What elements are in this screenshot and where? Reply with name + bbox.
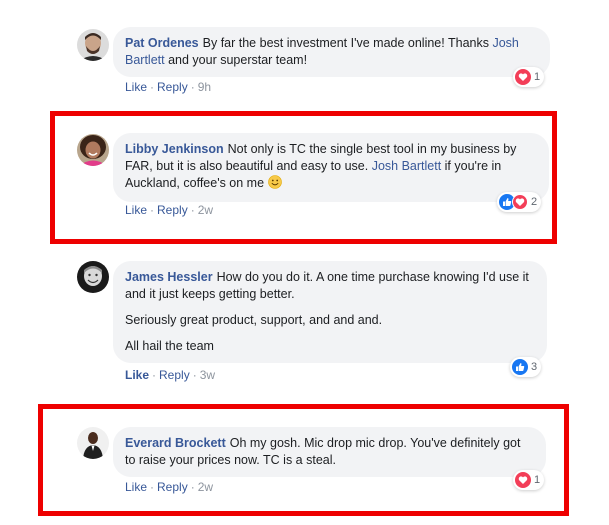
timestamp-link[interactable]: 2w <box>198 480 213 494</box>
reply-link[interactable]: Reply <box>159 368 190 382</box>
comment-actions: Like · Reply · 2w <box>125 203 213 217</box>
comment-bubble: Everard Brockett Oh my gosh. Mic drop mic… <box>113 427 546 477</box>
avatar-pat-ordenes[interactable] <box>77 29 109 61</box>
reaction-count: 1 <box>534 474 541 486</box>
reaction-count: 3 <box>531 361 538 373</box>
smile-emoji-icon <box>267 175 282 194</box>
comment-bubble: Libby Jenkinson Not only is TC the single… <box>113 133 549 202</box>
comment-thread: Pat Ordenes By far the best investment I'… <box>0 0 609 525</box>
separator-dot: · <box>190 203 195 217</box>
comment-text-continued: and your superstar team! <box>168 53 308 67</box>
comment-bubble: James Hessler How do you do it. A one tim… <box>113 261 547 363</box>
mention-link[interactable]: Josh Bartlett <box>372 159 441 173</box>
separator-dot: · <box>192 368 197 382</box>
reply-link[interactable]: Reply <box>157 480 188 494</box>
comment-author[interactable]: James Hessler <box>125 270 213 284</box>
like-link[interactable]: Like <box>125 203 147 217</box>
like-link[interactable]: Like <box>125 80 147 94</box>
reaction-summary[interactable]: 1 <box>513 67 545 87</box>
reaction-count: 1 <box>534 71 541 83</box>
comment-actions: Like · Reply · 2w <box>125 480 213 494</box>
comment-actions: Like · Reply · 9h <box>125 80 211 94</box>
timestamp-link[interactable]: 3w <box>200 368 215 382</box>
timestamp-link[interactable]: 9h <box>198 80 211 94</box>
like-link[interactable]: Like <box>125 480 147 494</box>
comment-actions: Like · Reply · 3w <box>125 368 215 382</box>
avatar-james-hessler[interactable] <box>77 261 109 293</box>
separator-dot: · <box>190 480 195 494</box>
love-icon <box>515 69 531 85</box>
separator-dot: · <box>152 368 157 382</box>
reply-link[interactable]: Reply <box>157 203 188 217</box>
reaction-summary[interactable]: 1 <box>513 470 545 490</box>
comment-bubble: Pat Ordenes By far the best investment I'… <box>113 27 550 77</box>
comment-paragraph: All hail the team <box>125 339 214 353</box>
comment-text: By far the best investment I've made onl… <box>202 36 489 50</box>
reaction-count: 2 <box>531 196 538 208</box>
comment-author[interactable]: Pat Ordenes <box>125 36 199 50</box>
separator-dot: · <box>150 480 155 494</box>
separator-dot: · <box>150 80 155 94</box>
comment-author[interactable]: Libby Jenkinson <box>125 142 224 156</box>
separator-dot: · <box>190 80 195 94</box>
avatar-libby-jenkinson[interactable] <box>77 134 109 166</box>
comment-paragraph: Seriously great product, support, and an… <box>125 313 383 327</box>
separator-dot: · <box>150 203 155 217</box>
avatar-everard-brockett[interactable] <box>77 427 109 459</box>
love-icon <box>512 194 528 210</box>
reaction-summary[interactable]: 3 <box>510 357 542 377</box>
like-icon <box>512 359 528 375</box>
reply-link[interactable]: Reply <box>157 80 188 94</box>
timestamp-link[interactable]: 2w <box>198 203 213 217</box>
love-icon <box>515 472 531 488</box>
like-link[interactable]: Like <box>125 368 149 382</box>
reaction-summary[interactable]: 2 <box>497 192 542 212</box>
comment-author[interactable]: Everard Brockett <box>125 436 226 450</box>
